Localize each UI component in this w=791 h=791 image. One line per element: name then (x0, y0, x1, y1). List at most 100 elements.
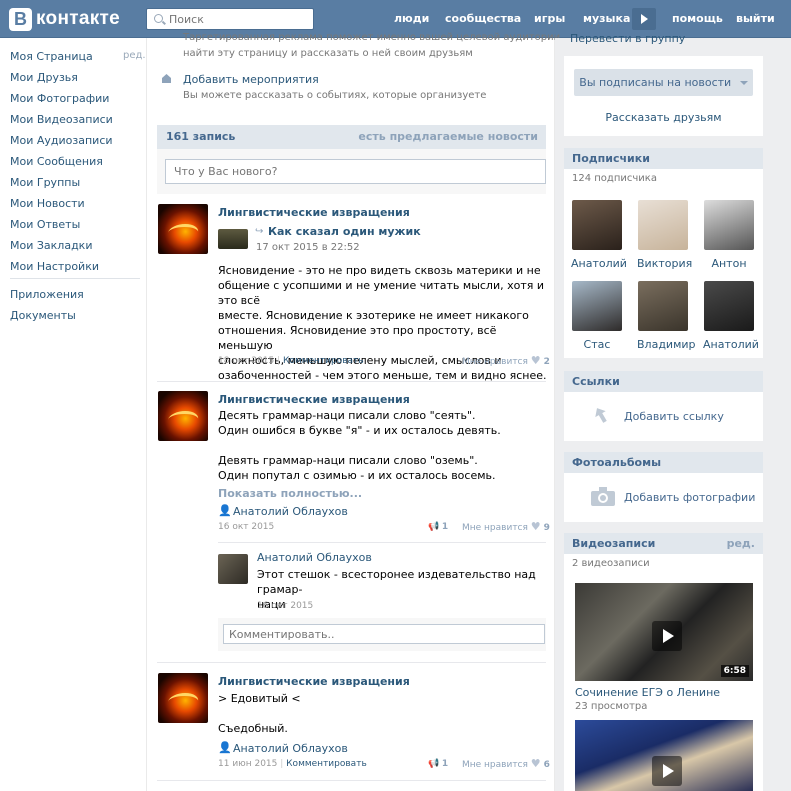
user-icon: 👤 (218, 504, 232, 517)
albums-title[interactable]: Фотоальбомы (564, 452, 763, 473)
subscriber-name[interactable]: Виктория (637, 257, 692, 270)
search-box[interactable] (146, 8, 314, 30)
subscribers-title[interactable]: Подписчики (564, 148, 763, 169)
like-count: 9 (543, 523, 550, 533)
nav-communities[interactable]: сообщества (445, 12, 521, 25)
post-line: Один ошибся в букве "я" - и их осталось … (218, 424, 501, 437)
vk-logo[interactable]: В контакте (9, 7, 120, 31)
links-title[interactable]: Ссылки (564, 371, 763, 392)
subscriber-name[interactable]: Анатолий (571, 257, 627, 270)
videos-edit-link[interactable]: ред. (727, 537, 755, 550)
comment-input[interactable] (223, 624, 545, 644)
new-post-input[interactable] (165, 159, 546, 184)
post-line (218, 438, 548, 453)
share-button[interactable]: 📢 1 (428, 522, 448, 532)
add-event-desc: Вы можете рассказать о событиях, которые… (183, 90, 487, 101)
videos-count[interactable]: 2 видеозаписи (572, 558, 650, 569)
subscription-block: Вы подписаны на новости Рассказать друзь… (564, 56, 763, 136)
repost-date[interactable]: 17 окт 2015 в 22:52 (256, 242, 360, 253)
convert-to-group-link[interactable]: Перевести в группу (570, 32, 685, 45)
post-author[interactable]: Лингвистические извращения (218, 393, 410, 406)
heart-icon: ♥ (530, 520, 541, 533)
add-link-button[interactable]: Добавить ссылку (624, 410, 724, 423)
menu-photos[interactable]: Мои Фотографии (10, 92, 109, 105)
menu-messages[interactable]: Мои Сообщения (10, 155, 103, 168)
post-avatar[interactable] (158, 204, 208, 254)
menu-edit-link[interactable]: ред. (123, 50, 146, 61)
menu-videos[interactable]: Мои Видеозаписи (10, 113, 113, 126)
user-icon: 👤 (218, 741, 232, 754)
post-date[interactable]: 18 окт 2015 (218, 356, 274, 366)
post-avatar[interactable] (158, 391, 208, 441)
add-photos-button[interactable]: Добавить фотографии (624, 491, 755, 504)
menu-apps[interactable]: Приложения (10, 288, 84, 301)
avatar[interactable] (704, 200, 754, 250)
right-column: Перевести в группу Вы подписаны на новос… (555, 32, 791, 791)
menu-documents[interactable]: Документы (10, 309, 76, 322)
subscribed-button[interactable]: Вы подписаны на новости (574, 69, 753, 96)
show-more-link[interactable]: Показать полностью... (218, 487, 362, 500)
subscriber-name[interactable]: Анатолий (703, 338, 759, 351)
share-count: 1 (441, 522, 449, 532)
post-line: вместе. Ясновидение к эзотерике не имеет… (218, 309, 529, 322)
add-event-link[interactable]: Добавить мероприятия (183, 73, 319, 86)
menu-bookmarks[interactable]: Мои Закладки (10, 239, 92, 252)
nav-games[interactable]: игры (534, 12, 565, 25)
menu-settings[interactable]: Мои Настройки (10, 260, 99, 273)
menu-my-page[interactable]: Моя Страница (10, 50, 93, 63)
avatar[interactable] (572, 281, 622, 331)
subscriber-name[interactable]: Стас (571, 338, 623, 351)
menu-groups[interactable]: Мои Группы (10, 176, 80, 189)
like-button[interactable]: Мне нравится ♥ 2 (462, 354, 550, 367)
post-line: отношения. Ясновидение это про простоту,… (218, 324, 497, 352)
subscriber-name[interactable]: Антон (703, 257, 755, 270)
tell-friends-link[interactable]: Рассказать друзьям (564, 111, 763, 124)
like-button[interactable]: Мне нравится ♥ 9 (462, 520, 550, 533)
share-button[interactable]: 📢 1 (428, 759, 448, 769)
menu-audio[interactable]: Мои Аудиозаписи (10, 134, 113, 147)
reply-author[interactable]: Анатолий Облаухов (257, 551, 372, 564)
repost-thumbnail[interactable] (218, 229, 248, 249)
comment-link[interactable]: Комментировать (283, 356, 364, 366)
video-title[interactable]: Сочинение ЕГЭ о Ленине (575, 686, 720, 699)
suggested-news-link[interactable]: есть предлагаемые новости (358, 130, 538, 143)
wall-header: 161 запись есть предлагаемые новости (157, 125, 546, 149)
menu-friends[interactable]: Мои Друзья (10, 71, 78, 84)
reply-avatar[interactable] (218, 554, 248, 584)
subscribers-count[interactable]: 124 подписчика (572, 173, 657, 184)
post-date[interactable]: 11 июн 2015 (218, 759, 277, 769)
video-thumbnail[interactable]: 6:58 (575, 583, 753, 681)
post-author[interactable]: Лингвистические извращения (218, 206, 410, 219)
post-line: Один попутал с озимью - и их осталось во… (218, 469, 496, 482)
video-thumbnail[interactable] (575, 720, 753, 791)
repost-title[interactable]: Как сказал один мужик (268, 225, 421, 238)
link-arrow-icon (592, 405, 610, 425)
like-button[interactable]: Мне нравится ♥ 6 (462, 758, 550, 770)
nav-logout[interactable]: выйти (736, 12, 775, 25)
wall-count[interactable]: 161 запись (166, 130, 235, 143)
post-date[interactable]: 16 окт 2015 (218, 522, 274, 532)
post-signer[interactable]: Анатолий Облаухов (233, 742, 348, 755)
comment-link[interactable]: Комментировать (286, 759, 367, 769)
logo-text: контакте (36, 8, 120, 29)
nav-help[interactable]: помощь (672, 12, 723, 25)
menu-news[interactable]: Мои Новости (10, 197, 85, 210)
play-icon (652, 756, 682, 786)
avatar[interactable] (638, 281, 688, 331)
camera-icon (591, 487, 615, 506)
post-signer[interactable]: Анатолий Облаухов (233, 505, 348, 518)
avatar[interactable] (704, 281, 754, 331)
search-input[interactable] (169, 12, 309, 26)
avatar[interactable] (638, 200, 688, 250)
post-avatar[interactable] (158, 673, 208, 723)
nav-people[interactable]: люди (394, 12, 429, 25)
menu-answers[interactable]: Мои Ответы (10, 218, 80, 231)
reply-date[interactable]: 16 окт 2015 (257, 601, 313, 611)
heart-icon: ♥ (530, 354, 541, 367)
subscriber-name[interactable]: Владимир (637, 338, 696, 351)
post-line: общение с усопшими и не умение читать мы… (218, 279, 545, 307)
music-play-icon[interactable] (632, 8, 656, 30)
avatar[interactable] (572, 200, 622, 250)
post-author[interactable]: Лингвистические извращения (218, 675, 410, 688)
nav-music[interactable]: музыка (583, 12, 630, 25)
